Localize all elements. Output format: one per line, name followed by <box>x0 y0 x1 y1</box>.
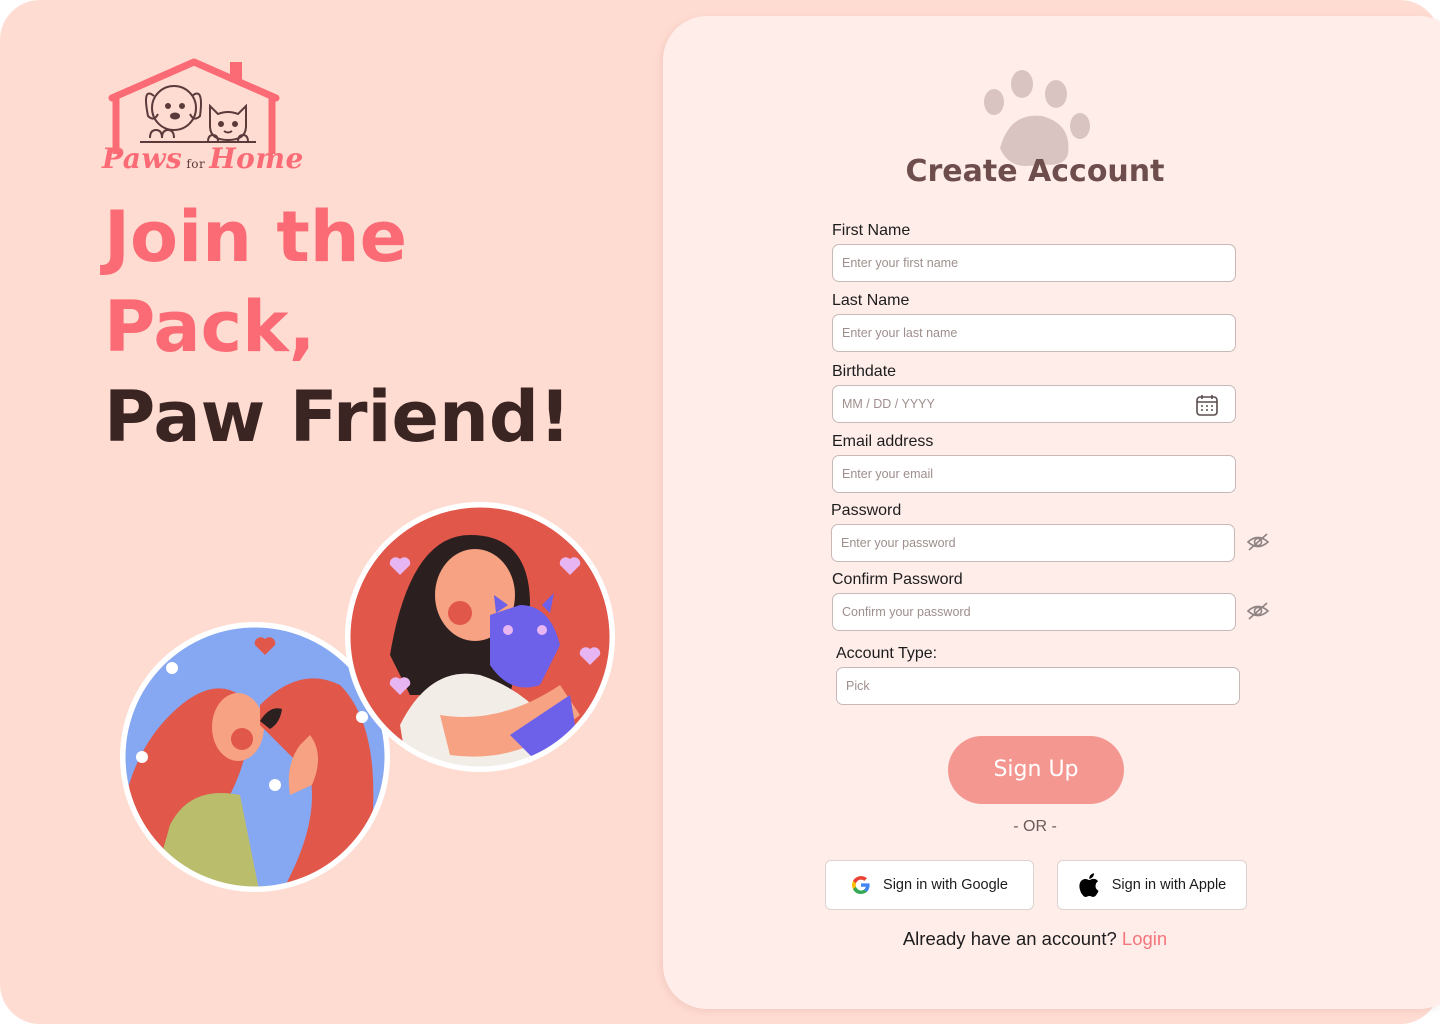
birthdate-label: Birthdate <box>832 363 897 380</box>
login-link[interactable]: Login <box>1122 928 1167 949</box>
account-type-label: Account Type: <box>836 645 938 662</box>
email-input[interactable]: Enter your email <box>832 455 1236 493</box>
logo-wordmark: Paws for Home <box>102 142 304 175</box>
google-icon <box>852 876 870 894</box>
account-type-select[interactable]: Pick <box>836 667 1240 705</box>
or-divider: - OR - <box>1013 818 1057 835</box>
headline-line-3: Paw Friend! <box>104 376 571 458</box>
first-name-input[interactable]: Enter your first name <box>832 244 1236 282</box>
hero-headline: Join the Pack, Paw Friend! <box>104 192 624 462</box>
apple-icon <box>1079 873 1099 897</box>
confirm-password-input[interactable]: Confirm your password <box>832 593 1236 631</box>
google-sign-in-button[interactable]: Sign in with Google <box>825 860 1034 910</box>
eye-off-icon[interactable] <box>1246 601 1270 621</box>
password-input[interactable]: Enter your password <box>831 524 1235 562</box>
apple-button-label: Sign in with Apple <box>1111 877 1227 893</box>
password-label: Password <box>831 502 902 519</box>
sign-up-button[interactable]: Sign Up <box>948 736 1124 804</box>
email-label: Email address <box>832 433 934 450</box>
apple-sign-in-button[interactable]: Sign in with Apple <box>1057 860 1247 910</box>
birthdate-placeholder: MM / DD / YYYY <box>842 397 935 411</box>
last-name-label: Last Name <box>832 292 910 309</box>
pet-owners-illustration <box>120 502 615 892</box>
eye-off-icon[interactable] <box>1246 532 1270 552</box>
calendar-icon[interactable] <box>1195 393 1219 417</box>
already-account-text: Already have an account? <box>902 928 1117 949</box>
create-account-title: Create Account <box>905 154 1165 189</box>
first-name-label: First Name <box>832 222 911 239</box>
headline-line-1: Join the <box>104 196 408 278</box>
last-name-input[interactable]: Enter your last name <box>832 314 1236 352</box>
login-prompt: Already have an account? Login <box>880 928 1190 950</box>
google-button-label: Sign in with Google <box>883 877 1008 893</box>
confirm-password-label: Confirm Password <box>832 571 963 588</box>
paw-print-icon <box>984 70 1090 166</box>
headline-line-2: Pack, <box>104 286 316 368</box>
birthdate-input[interactable]: MM / DD / YYYY <box>832 385 1236 423</box>
